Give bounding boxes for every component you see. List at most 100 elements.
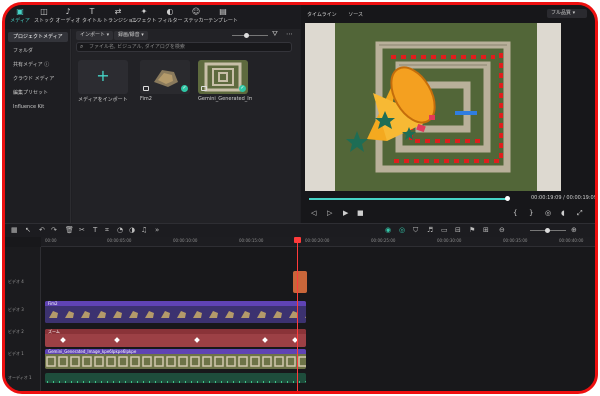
audio-waveform xyxy=(45,378,306,383)
track-label: ビデオ 4 xyxy=(8,279,24,284)
time-ruler[interactable]: 00:00 00:00:05:00 00:00:10:00 00:00:15:0… xyxy=(41,237,595,247)
quality-dropdown[interactable]: フル品質 ▾ xyxy=(547,9,587,18)
playback-scrubber[interactable] xyxy=(309,196,510,201)
scrubber-progress xyxy=(309,198,507,200)
track-label: ビデオ 1 xyxy=(8,351,24,356)
app-window: ▣ メディア ◫ ストック ♪ オーディオ T タイトル ⇄ トランジション ✦… xyxy=(2,2,598,394)
clip-fim2[interactable]: Fim2 xyxy=(45,301,306,323)
render-icon[interactable]: ◎ xyxy=(399,226,405,234)
sidebar-item-influence-kit[interactable]: Influence Kit xyxy=(8,102,68,112)
track-headers: ビデオ 4 ビデオ 3 ビデオ 2 ビデオ 1 オーディオ 1 xyxy=(5,247,41,391)
clip-thumbnails xyxy=(45,354,306,369)
layout-icon[interactable]: ▦ xyxy=(11,226,18,234)
marker-icon[interactable]: ⚑ xyxy=(469,226,475,234)
crop-icon[interactable]: ⌗ xyxy=(105,226,109,235)
timeline-scrollbar[interactable] xyxy=(105,392,275,394)
more-tools-icon[interactable]: » xyxy=(155,226,159,234)
playhead[interactable] xyxy=(294,237,301,391)
mark-out-icon[interactable]: } xyxy=(529,209,533,217)
delete-icon[interactable]: 🗑 xyxy=(65,226,74,234)
step-back-icon[interactable]: ◁ xyxy=(311,209,316,217)
top-toolbar: ▣ メディア ◫ ストック ♪ オーディオ T タイトル ⇄ トランジション ✦… xyxy=(5,5,305,29)
search-icon: ⌕ xyxy=(80,43,84,50)
color-icon[interactable]: ◑ xyxy=(129,226,135,234)
ruler-tick: 00:00:15:00 xyxy=(239,238,264,243)
audio-icon[interactable]: ♫ xyxy=(141,226,147,234)
record-dropdown[interactable]: 録画/録音 ▾ xyxy=(114,31,148,40)
playhead-handle[interactable] xyxy=(294,237,301,243)
track-label: ビデオ 3 xyxy=(8,307,24,312)
ruler-tick: 00:00:30:00 xyxy=(437,238,462,243)
tab-source[interactable]: ソース xyxy=(348,12,363,18)
zoom-in-icon[interactable]: ⊕ xyxy=(571,226,577,234)
volume-icon[interactable]: ◖ xyxy=(561,209,565,217)
import-dropdown[interactable]: インポート ▾ xyxy=(76,31,114,40)
filter-icon[interactable]: ⛛ xyxy=(272,30,278,39)
media-item-fim2[interactable]: ✓ xyxy=(140,60,190,94)
ruler-tick: 00:00 xyxy=(45,238,57,243)
mark-in-icon[interactable]: { xyxy=(513,209,517,217)
sidebar-item-presets[interactable]: 編集プリセット xyxy=(8,88,68,98)
clip-effect[interactable]: ズーム xyxy=(45,329,306,347)
media-item-gemini[interactable]: ✓ xyxy=(198,60,248,94)
keyframe-marker[interactable] xyxy=(262,337,268,343)
cut-icon[interactable]: ✂ xyxy=(79,226,85,234)
track-label: オーディオ 1 xyxy=(8,375,32,380)
tab-stickers[interactable]: ☺ ステッカー xyxy=(181,7,211,27)
timeline-panel: 00:00 00:00:05:00 00:00:10:00 00:00:15:0… xyxy=(5,237,595,394)
scrubber-knob[interactable] xyxy=(505,196,510,201)
keyframe-marker[interactable] xyxy=(60,337,66,343)
ruler-tick: 00:00:05:00 xyxy=(107,238,132,243)
ruler-tick: 00:00:40:00 xyxy=(559,238,584,243)
fullscreen-icon[interactable]: ⤢ xyxy=(577,209,583,218)
keyframe-marker[interactable] xyxy=(194,337,200,343)
select-tool-icon[interactable]: ↖ xyxy=(25,226,31,234)
speed-icon[interactable]: ◔ xyxy=(117,226,123,234)
tab-templates[interactable]: ▤ テンプレート xyxy=(208,7,238,27)
ai-tool-icon[interactable]: ◉ xyxy=(385,226,391,234)
text-tool-icon[interactable]: T xyxy=(93,226,97,234)
preview-tabs: タイムライン ソース xyxy=(307,11,373,18)
more-icon[interactable]: ⋯ xyxy=(286,30,293,38)
slider-knob[interactable] xyxy=(244,33,249,38)
sidebar-item-cloud-media[interactable]: クラウド メディア xyxy=(8,74,68,84)
shield-icon[interactable]: ⛉ xyxy=(413,226,418,235)
media-sidebar: プロジェクトメディア フォルダ 共有メディア ⓘ クラウド メディア 編集プリセ… xyxy=(5,29,71,223)
snapshot-icon[interactable]: ◎ xyxy=(545,209,551,217)
added-check-icon: ✓ xyxy=(181,85,188,92)
tab-timeline[interactable]: タイムライン xyxy=(307,12,337,18)
zoom-out-icon[interactable]: ⊖ xyxy=(499,226,505,234)
thumbnail-size-slider[interactable] xyxy=(232,35,268,36)
sidebar-item-folder[interactable]: フォルダ xyxy=(8,46,68,56)
undo-icon[interactable]: ↶ xyxy=(39,226,45,234)
maze-scene xyxy=(305,23,561,191)
import-media-card[interactable]: + xyxy=(78,60,128,94)
mic-icon[interactable]: ♬ xyxy=(427,226,433,234)
sticker-icon: ☺ xyxy=(191,7,201,16)
sidebar-item-shared-media[interactable]: 共有メディア ⓘ xyxy=(8,60,68,70)
sidebar-item-project-media[interactable]: プロジェクトメディア xyxy=(8,32,68,42)
clip-gemini[interactable]: Gemini_Generated_Image_kpe6lpkpe6lpkpe xyxy=(45,349,306,369)
media-item-label: Gemini_Generated_Ima... xyxy=(198,96,252,102)
import-media-label: メディアをインポート xyxy=(78,97,128,103)
snap-icon[interactable]: ⊟ xyxy=(455,226,461,234)
caption-icon[interactable]: ▭ xyxy=(441,226,448,234)
sticker-clip[interactable] xyxy=(293,271,307,293)
zoom-knob[interactable] xyxy=(545,228,550,233)
audio-clip[interactable] xyxy=(45,373,306,383)
search-input[interactable]: ⌕ ファイル名, ビジュアル, ダイアログを検索 xyxy=(76,42,292,52)
timecode-display: 00:00:19:09 / 00:00:19:09 xyxy=(531,195,597,201)
stop-icon[interactable]: ■ xyxy=(357,209,364,217)
split-icon[interactable]: ⊞ xyxy=(483,226,489,234)
image-type-icon xyxy=(201,86,207,91)
media-panel: インポート ▾ 録画/録音 ▾ ⛛ ⋯ ⌕ ファイル名, ビジュアル, ダイアロ… xyxy=(72,29,300,223)
play-icon[interactable]: ▶ xyxy=(343,209,348,217)
plus-icon: + xyxy=(96,66,110,85)
template-icon: ▤ xyxy=(219,7,227,16)
keyframe-marker[interactable] xyxy=(114,337,120,343)
ruler-tick: 00:00:10:00 xyxy=(173,238,198,243)
video-preview[interactable] xyxy=(305,23,561,191)
ruler-tick: 00:00:20:00 xyxy=(305,238,330,243)
redo-icon[interactable]: ↷ xyxy=(51,226,57,234)
play-reverse-icon[interactable]: ▷ xyxy=(327,209,332,217)
